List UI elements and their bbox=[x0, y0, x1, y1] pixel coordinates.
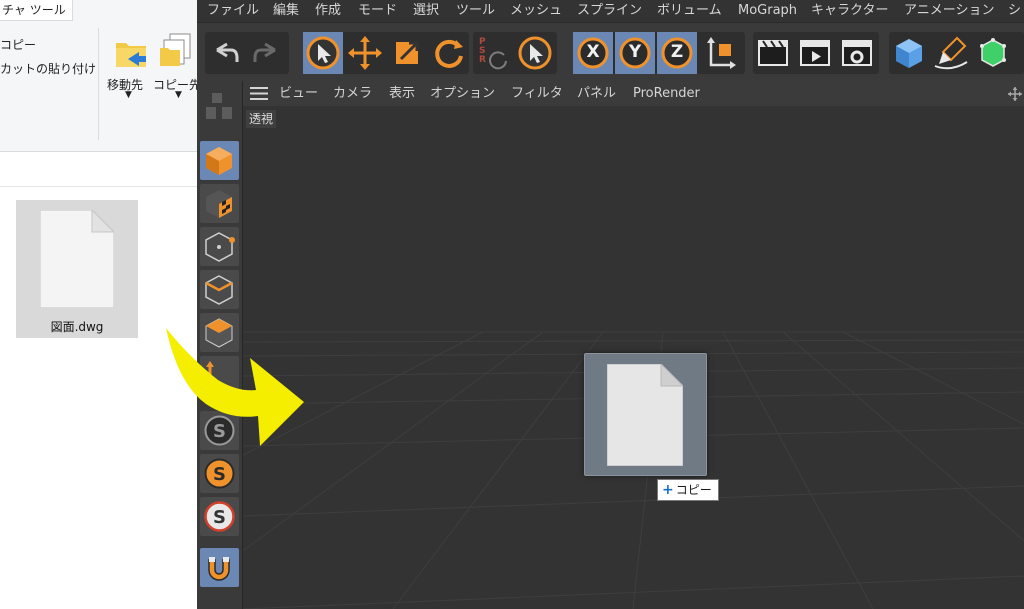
subdivision-surface-icon[interactable] bbox=[973, 32, 1013, 74]
annotation-arrow-icon bbox=[166, 328, 304, 446]
z-axis-label: Z bbox=[670, 42, 684, 62]
snap-enable-icon[interactable]: S bbox=[200, 454, 239, 493]
menu-character[interactable]: キャラクター bbox=[811, 0, 888, 22]
render-picture-viewer-icon[interactable] bbox=[795, 32, 835, 74]
make-editable-icon[interactable] bbox=[200, 87, 239, 126]
file-explorer-window: チャ ツール コピー カットの貼り付け 移動先 ▼ コピー先 ▼ 図面.dwg bbox=[0, 0, 197, 609]
cinema4d-window: ファイル 編集 作成 モード 選択 ツール メッシュ スプライン ボリューム M… bbox=[197, 0, 1024, 609]
viewport-navigate-icon[interactable] bbox=[1008, 87, 1022, 101]
x-axis-lock-button[interactable]: X bbox=[573, 32, 613, 74]
redo-icon[interactable] bbox=[247, 32, 287, 74]
transform-tools-group bbox=[303, 32, 469, 74]
document-file-icon bbox=[40, 210, 114, 308]
copy-to-folder-icon[interactable] bbox=[158, 32, 194, 70]
file-item-selected[interactable]: 図面.dwg bbox=[16, 200, 138, 338]
c4d-main-toolbar: PSR X Y Z bbox=[197, 22, 1024, 82]
svg-text:S: S bbox=[213, 507, 226, 528]
viewport-menu-prorender[interactable]: ProRender bbox=[633, 81, 700, 106]
viewport-menu-options[interactable]: オプション bbox=[430, 81, 495, 106]
copy-to-chevron-icon[interactable]: ▼ bbox=[175, 90, 182, 100]
svg-text:S: S bbox=[213, 464, 226, 485]
coordinate-system-icon[interactable] bbox=[699, 32, 739, 74]
live-selection-icon[interactable] bbox=[515, 32, 555, 74]
scale-tool-icon[interactable] bbox=[387, 32, 427, 74]
menu-mograph[interactable]: MoGraph bbox=[738, 0, 797, 22]
object-create-group bbox=[889, 32, 1024, 74]
psr-lock-button[interactable]: PSR bbox=[473, 32, 513, 74]
menu-mesh[interactable]: メッシュ bbox=[510, 0, 562, 22]
explorer-ribbon: チャ ツール コピー カットの貼り付け 移動先 ▼ コピー先 ▼ bbox=[0, 0, 197, 152]
perspective-view-label[interactable]: 透視 bbox=[246, 110, 277, 128]
workplane-snap-icon[interactable]: S bbox=[200, 497, 239, 536]
menu-edit[interactable]: 編集 bbox=[273, 0, 299, 22]
c4d-menubar: ファイル 編集 作成 モード 選択 ツール メッシュ スプライン ボリューム M… bbox=[197, 0, 1024, 22]
plus-icon: + bbox=[662, 482, 674, 498]
explorer-address-area bbox=[0, 152, 197, 187]
paste-shortcut-command[interactable]: カットの貼り付け bbox=[0, 60, 96, 77]
render-settings-icon[interactable] bbox=[837, 32, 877, 74]
drag-ghost-file bbox=[584, 353, 707, 476]
rotate-tool-icon[interactable] bbox=[429, 32, 469, 74]
axis-lock-group: X Y Z bbox=[573, 32, 745, 74]
viewport-menu-camera[interactable]: カメラ bbox=[333, 81, 372, 106]
menu-truncated[interactable]: シ bbox=[1008, 0, 1021, 22]
x-axis-label: X bbox=[586, 42, 600, 62]
file-name-label: 図面.dwg bbox=[50, 320, 104, 334]
menu-mode[interactable]: モード bbox=[358, 0, 397, 22]
points-mode-icon[interactable] bbox=[200, 227, 239, 266]
viewport-menubar: ビュー カメラ 表示 オプション フィルタ パネル ProRender bbox=[243, 81, 1024, 106]
undo-redo-group bbox=[205, 32, 289, 74]
select-tool-icon[interactable] bbox=[303, 32, 343, 74]
cube-object-icon[interactable] bbox=[889, 32, 929, 74]
viewport-menu-panel[interactable]: パネル bbox=[577, 81, 616, 106]
texture-mode-icon[interactable] bbox=[200, 184, 239, 223]
render-group bbox=[753, 32, 879, 74]
viewport-menu-filter[interactable]: フィルタ bbox=[511, 81, 563, 106]
drag-copy-tooltip: + コピー bbox=[657, 479, 719, 501]
menu-select[interactable]: 選択 bbox=[413, 0, 439, 22]
ribbon-tab-tools[interactable]: チャ ツール bbox=[0, 0, 73, 21]
reset-cycle-icon bbox=[489, 51, 507, 70]
move-to-chevron-icon[interactable]: ▼ bbox=[125, 90, 132, 100]
magnet-tool-icon[interactable] bbox=[200, 548, 239, 587]
menu-create[interactable]: 作成 bbox=[315, 0, 341, 22]
model-mode-icon[interactable] bbox=[200, 141, 239, 180]
pen-tool-icon[interactable] bbox=[931, 32, 971, 74]
y-axis-lock-button[interactable]: Y bbox=[615, 32, 655, 74]
viewport-menu-display[interactable]: 表示 bbox=[389, 81, 415, 106]
menu-volume[interactable]: ボリューム bbox=[657, 0, 722, 22]
edges-mode-icon[interactable] bbox=[200, 270, 239, 309]
move-tool-icon[interactable] bbox=[345, 32, 385, 74]
document-file-icon bbox=[607, 364, 683, 466]
undo-icon[interactable] bbox=[205, 32, 245, 74]
menu-tools[interactable]: ツール bbox=[456, 0, 495, 22]
viewport-menu-view[interactable]: ビュー bbox=[279, 81, 318, 106]
move-to-folder-icon[interactable] bbox=[113, 34, 149, 70]
drag-copy-label: コピー bbox=[675, 483, 712, 497]
y-axis-label: Y bbox=[628, 42, 642, 62]
menu-animation[interactable]: アニメーション bbox=[904, 0, 994, 22]
ribbon-divider bbox=[98, 28, 99, 140]
hamburger-menu-icon[interactable] bbox=[250, 86, 268, 101]
menu-spline[interactable]: スプライン bbox=[577, 0, 642, 22]
psr-group: PSR bbox=[473, 32, 557, 74]
z-axis-lock-button[interactable]: Z bbox=[657, 32, 697, 74]
copy-command[interactable]: コピー bbox=[0, 36, 36, 53]
render-view-icon[interactable] bbox=[753, 32, 793, 74]
menu-file[interactable]: ファイル bbox=[207, 0, 259, 22]
